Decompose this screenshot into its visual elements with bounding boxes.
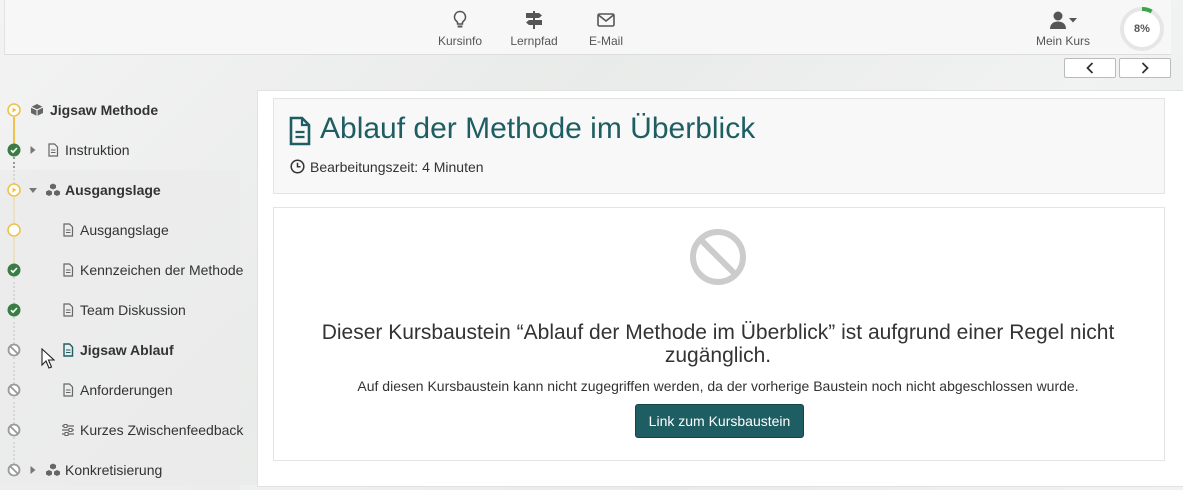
processing-time: Bearbeitungszeit: 4 Minuten [310, 159, 484, 175]
user-icon [1029, 10, 1097, 30]
sidebar-item-ausgangslage[interactable]: Ausgangslage [0, 210, 240, 250]
link-to-course-element-button[interactable]: Link zum Kursbaustein [635, 404, 804, 438]
access-blocked-description: Auf diesen Kursbaustein kann nicht zugeg… [357, 378, 1079, 394]
document-icon [63, 343, 74, 357]
caret-right-icon[interactable] [28, 144, 38, 156]
kursinfo-nav-item[interactable]: Kursinfo [432, 10, 488, 48]
blocked-icon [7, 343, 21, 357]
sidebar-item-kurzes-zwischenfeedback[interactable]: Kurzes Zwischenfeedback [0, 410, 244, 450]
lightbulb-icon [432, 10, 488, 30]
sidebar-item-ausgangslage-group[interactable]: Ausgangslage [0, 170, 240, 210]
sidebar-item-label: Anforderungen [80, 382, 173, 398]
caret-down-icon[interactable] [28, 184, 38, 196]
signpost-icon [506, 10, 562, 30]
sidebar-item-label: Team Diskussion [80, 302, 186, 318]
cubes-icon [46, 183, 60, 196]
sidebar-item-team-diskussion[interactable]: Team Diskussion [0, 290, 240, 330]
document-icon [289, 116, 311, 146]
access-blocked-title: Dieser Kursbaustein “Ablauf der Methode … [321, 321, 1115, 367]
lernpfad-nav-item[interactable]: Lernpfad [506, 10, 562, 48]
page-title: Ablauf der Methode im Überblick [320, 112, 756, 145]
in-progress-icon [7, 183, 21, 197]
email-nav-item[interactable]: E-Mail [580, 10, 632, 48]
blocked-icon [7, 383, 21, 397]
blocked-icon [690, 229, 746, 285]
mein-kurs-menu[interactable]: Mein Kurs [1029, 10, 1097, 48]
progress-text: 8% [1134, 23, 1150, 35]
course-sidebar: Jigsaw Methode Instruktion Ausgangslage … [0, 90, 244, 490]
sidebar-item-jigsaw-ablauf[interactable]: Jigsaw Ablauf [0, 330, 240, 370]
sidebar-item-konkretisierung[interactable]: Konkretisierung [0, 450, 240, 490]
chevron-left-icon [1086, 62, 1094, 74]
cube-icon [30, 104, 44, 116]
sidebar-item-label: Jigsaw Ablauf [80, 342, 174, 358]
check-circle-icon [7, 303, 21, 317]
next-page-button[interactable] [1119, 58, 1171, 78]
clock-icon [290, 159, 305, 174]
mouse-cursor-icon [41, 348, 55, 369]
sidebar-item-anforderungen[interactable]: Anforderungen [0, 370, 240, 410]
sidebar-item-label: Konkretisierung [65, 462, 163, 478]
blocked-icon [7, 423, 21, 437]
sidebar-item-jigsaw-methode[interactable]: Jigsaw Methode [0, 90, 240, 130]
document-icon [48, 143, 59, 157]
ready-circle-icon [7, 223, 21, 237]
cubes-icon [46, 463, 60, 476]
sidebar-item-label: Ausgangslage [80, 222, 169, 238]
sidebar-item-label: Kennzeichen der Methode [80, 262, 244, 278]
sidebar-item-kennzeichen-der-methode[interactable]: Kennzeichen der Methode [0, 250, 244, 290]
top-navigation-bar: Kursinfo Lernpfad E-Mail Mein Kurs 8% [4, 0, 1171, 55]
sidebar-item-label: Jigsaw Methode [50, 102, 159, 118]
progress-indicator: 8% [1119, 6, 1165, 52]
sidebar-item-label: Kurzes Zwischenfeedback [80, 422, 244, 438]
document-icon [63, 223, 74, 237]
document-icon [63, 263, 74, 277]
sidebar-item-label: Ausgangslage [65, 182, 161, 198]
check-circle-icon [7, 143, 21, 157]
document-icon [63, 303, 74, 317]
previous-page-button[interactable] [1064, 58, 1116, 78]
caret-right-icon[interactable] [28, 464, 38, 476]
blocked-icon [7, 463, 21, 477]
sidebar-item-label: Instruktion [65, 142, 130, 158]
sidebar-item-instruktion[interactable]: Instruktion [0, 130, 240, 170]
in-progress-icon [7, 103, 21, 117]
sliders-icon [62, 424, 74, 436]
document-icon [63, 383, 74, 397]
chevron-right-icon [1141, 62, 1149, 74]
envelope-icon [580, 10, 632, 30]
check-circle-icon [7, 263, 21, 277]
